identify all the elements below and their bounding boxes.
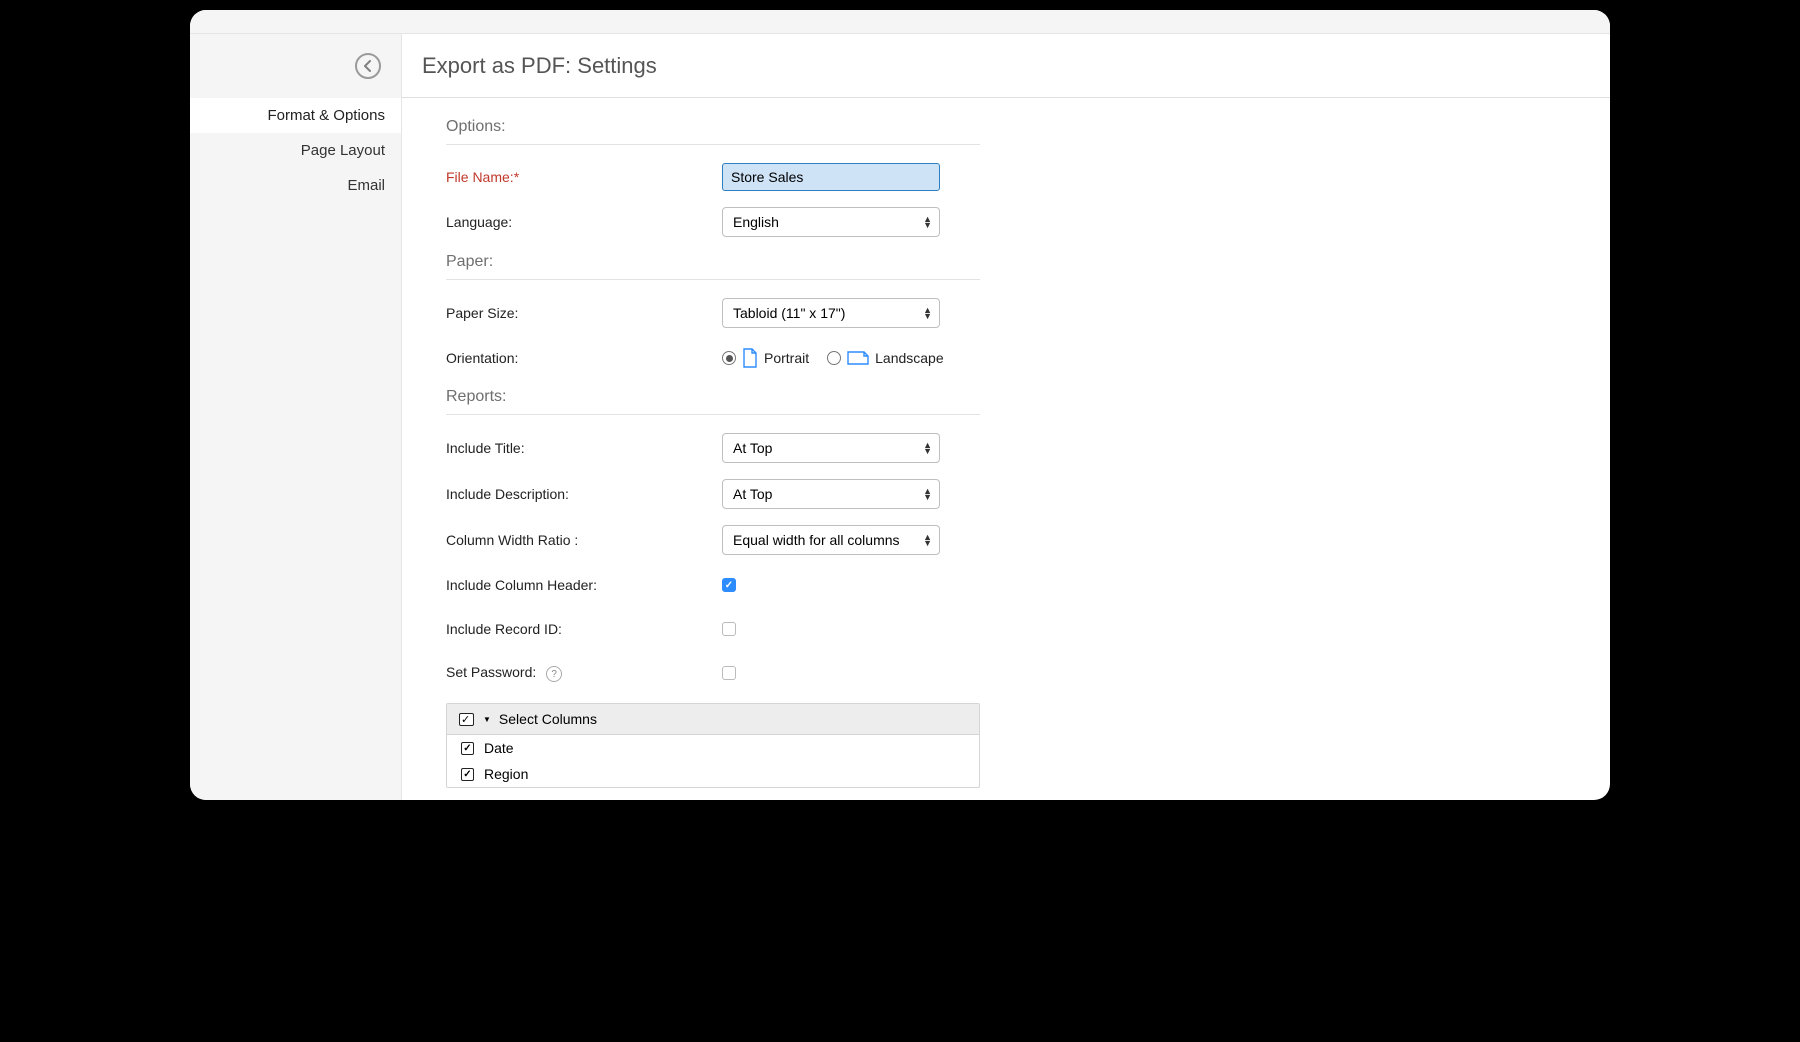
select-columns-label: Select Columns — [499, 711, 597, 727]
portrait-label: Portrait — [764, 350, 809, 366]
column-width-select[interactable]: Equal width for all columns — [722, 525, 940, 555]
landscape-label: Landscape — [875, 350, 944, 366]
row-file-name: File Name:* — [446, 163, 1566, 191]
row-include-description: Include Description: At Top ▲▼ — [446, 479, 1566, 509]
paper-size-label: Paper Size: — [446, 305, 722, 321]
back-button[interactable] — [355, 53, 381, 79]
paper-size-select[interactable]: Tabloid (11" x 17") — [722, 298, 940, 328]
column-width-label: Column Width Ratio : — [446, 532, 722, 548]
sidebar-item-page-layout[interactable]: Page Layout — [190, 133, 401, 168]
include-record-id-checkbox[interactable] — [722, 622, 736, 636]
caret-down-icon: ▼ — [483, 715, 491, 724]
column-checkbox[interactable] — [461, 768, 474, 781]
app-window: Format & Options Page Layout Email Expor… — [190, 10, 1610, 800]
main-region: Format & Options Page Layout Email Expor… — [190, 34, 1610, 800]
section-heading-options: Options: — [446, 118, 980, 145]
select-columns-header[interactable]: ▼ Select Columns — [447, 704, 979, 735]
row-include-title: Include Title: At Top ▲▼ — [446, 433, 1566, 463]
set-password-checkbox[interactable] — [722, 666, 736, 680]
row-column-width: Column Width Ratio : Equal width for all… — [446, 525, 1566, 555]
row-orientation: Orientation: Portrait Landscape — [446, 344, 1566, 372]
sidebar-item-email[interactable]: Email — [190, 168, 401, 203]
row-language: Language: English ▲▼ — [446, 207, 1566, 237]
content-header: Export as PDF: Settings — [402, 34, 1610, 98]
select-all-columns-checkbox[interactable] — [459, 713, 474, 726]
column-checkbox[interactable] — [461, 742, 474, 755]
chevron-left-icon — [364, 60, 372, 72]
column-item-region[interactable]: Region — [447, 761, 979, 787]
content-body: Options: File Name:* Language: English ▲… — [402, 98, 1610, 800]
include-description-select[interactable]: At Top — [722, 479, 940, 509]
include-description-label: Include Description: — [446, 486, 722, 502]
row-include-column-header: Include Column Header: — [446, 571, 1566, 599]
row-set-password: Set Password: ? — [446, 659, 1566, 687]
column-label: Region — [484, 766, 528, 782]
section-heading-paper: Paper: — [446, 253, 980, 280]
include-column-header-label: Include Column Header: — [446, 577, 722, 593]
set-password-label: Set Password: ? — [446, 664, 722, 683]
orientation-label: Orientation: — [446, 350, 722, 366]
portrait-page-icon — [742, 348, 758, 368]
row-include-record-id: Include Record ID: — [446, 615, 1566, 643]
select-columns-panel: ▼ Select Columns Date Region — [446, 703, 980, 788]
sidebar-item-format-options[interactable]: Format & Options — [190, 98, 401, 133]
window-top-strip — [190, 10, 1610, 34]
include-title-label: Include Title: — [446, 440, 722, 456]
page-title: Export as PDF: Settings — [422, 53, 657, 79]
file-name-input[interactable] — [722, 163, 940, 191]
row-paper-size: Paper Size: Tabloid (11" x 17") ▲▼ — [446, 298, 1566, 328]
back-area — [190, 34, 401, 98]
radio-icon — [827, 351, 841, 365]
orientation-portrait-radio[interactable]: Portrait — [722, 348, 809, 368]
language-label: Language: — [446, 214, 722, 230]
include-title-select[interactable]: At Top — [722, 433, 940, 463]
landscape-page-icon — [847, 350, 869, 366]
column-item-date[interactable]: Date — [447, 735, 979, 761]
include-record-id-label: Include Record ID: — [446, 621, 722, 637]
radio-icon — [722, 351, 736, 365]
orientation-landscape-radio[interactable]: Landscape — [827, 350, 944, 366]
column-label: Date — [484, 740, 514, 756]
content: Export as PDF: Settings Options: File Na… — [402, 34, 1610, 800]
help-icon[interactable]: ? — [546, 666, 562, 682]
sidebar: Format & Options Page Layout Email — [190, 34, 402, 800]
section-heading-reports: Reports: — [446, 388, 980, 415]
language-select[interactable]: English — [722, 207, 940, 237]
file-name-label: File Name:* — [446, 169, 722, 185]
include-column-header-checkbox[interactable] — [722, 578, 736, 592]
